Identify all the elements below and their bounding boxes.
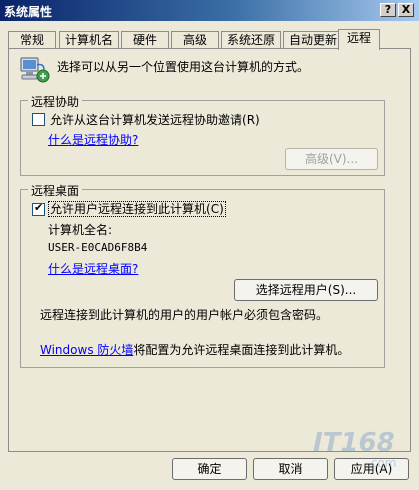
remote-assistance-checkbox-label: 允许从这台计算机发送远程协助邀请 [50,113,243,127]
window-title: 系统属性 [4,5,53,19]
select-remote-users-button[interactable]: 选择远程用户(S)... [234,279,378,301]
windows-firewall-link[interactable]: Windows 防火墙 [40,343,133,357]
password-requirement-note: 远程连接到此计算机的用户的用户帐户必须包含密码。 [40,308,329,322]
computer-network-icon [20,55,50,85]
ok-button[interactable]: 确定 [172,458,247,480]
what-is-remote-assistance-link[interactable]: 什么是远程协助? [48,131,138,148]
firewall-note-line: Windows 防火墙将配置为允许远程桌面连接到此计算机。 [40,341,349,358]
cancel-button[interactable]: 取消 [253,458,328,480]
remote-assistance-hotkey: (R) [242,113,260,127]
tab-general[interactable]: 常规 [8,31,56,49]
tab-automatic-updates[interactable]: 自动更新 [283,31,343,49]
help-button[interactable]: ? [380,3,396,17]
remote-desktop-legend: 远程桌面 [28,182,83,199]
remote-assistance-legend: 远程协助 [28,93,83,110]
tab-remote[interactable]: 远程 [338,29,380,50]
remote-assistance-checkbox-label-group[interactable]: 允许从这台计算机发送远程协助邀请(R) [50,111,260,128]
tab-system-restore[interactable]: 系统还原 [221,31,281,49]
tab-computer-name[interactable]: 计算机名 [59,31,119,49]
remote-desktop-checkbox[interactable] [32,201,45,216]
computer-full-name-label: 计算机全名: [48,223,113,237]
remote-desktop-hotkey: (C) [206,202,224,216]
remote-assistance-checkbox[interactable] [32,113,45,126]
tab-strip: 常规 计算机名 硬件 高级 系统还原 自动更新 远程 [8,29,410,50]
title-bar: 系统属性 ? X [0,0,419,21]
what-is-remote-desktop-link[interactable]: 什么是远程桌面? [48,260,138,277]
tab-advanced[interactable]: 高级 [171,31,219,49]
firewall-note: 将配置为允许远程桌面连接到此计算机。 [133,343,350,357]
apply-button[interactable]: 应用(A) [334,458,409,480]
intro: 选择可以从另一个位置使用这台计算机的方式。 [20,53,400,89]
close-button[interactable]: X [398,3,414,17]
remote-desktop-checkbox-focus: 允许用户远程连接到此计算机(C) [48,201,226,217]
remote-desktop-checkbox-label: 允许用户远程连接到此计算机 [50,202,207,216]
remote-desktop-checkbox-label-group[interactable]: 允许用户远程连接到此计算机(C) [48,200,226,217]
advanced-button[interactable]: 高级(V)... [285,148,378,170]
tab-hardware[interactable]: 硬件 [121,31,169,49]
computer-full-name-value: USER-E0CAD6F8B4 [48,241,148,254]
intro-text: 选择可以从另一个位置使用这台计算机的方式。 [57,60,310,74]
